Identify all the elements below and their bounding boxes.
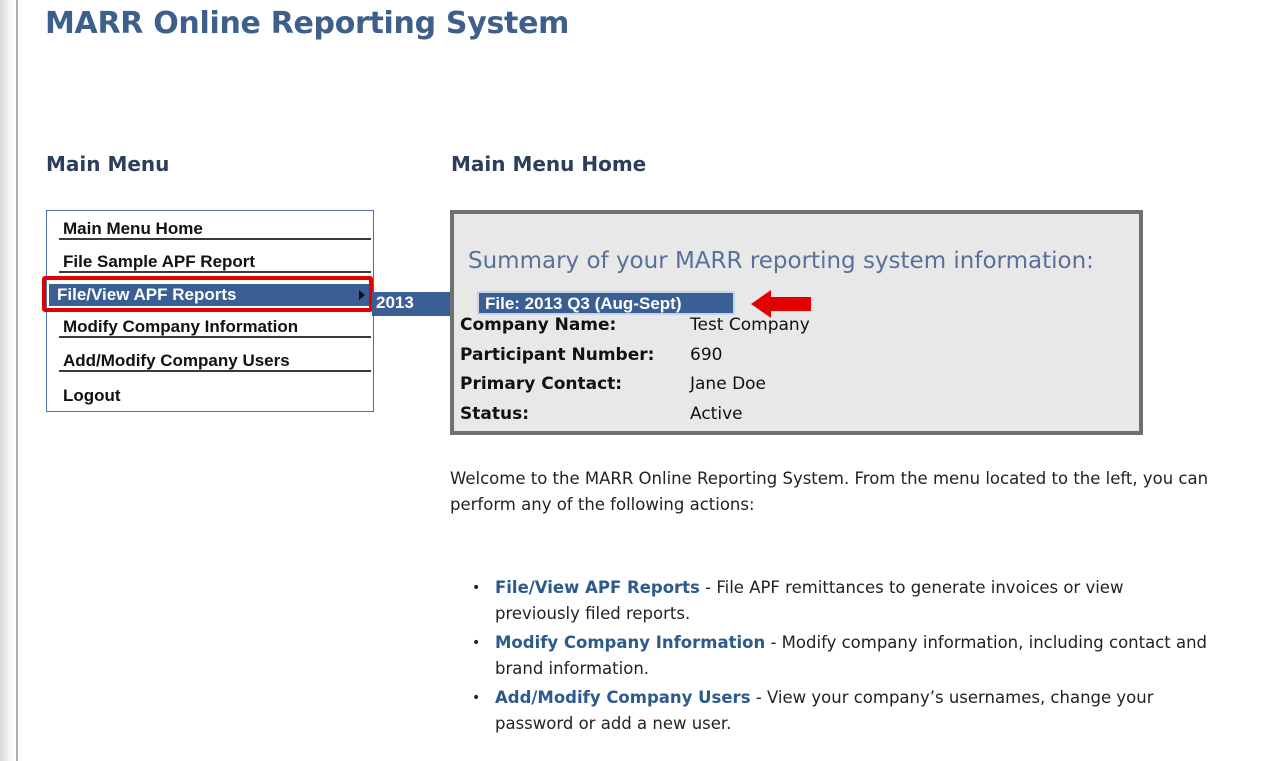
link-modify-company-information[interactable]: Modify Company Information <box>495 633 765 652</box>
menu-item-file-sample-apf-report[interactable]: File Sample APF Report <box>59 251 371 273</box>
page-title: Main Menu Home <box>451 152 647 176</box>
summary-panel: Summary of your MARR reporting system in… <box>450 210 1143 435</box>
submenu-year-label: 2013 <box>376 293 414 312</box>
bullet-icon: • <box>472 690 481 706</box>
list-item: • File/View APF Reports - File APF remit… <box>470 575 1210 627</box>
field-value: Jane Doe <box>690 374 767 394</box>
window-border <box>16 0 18 761</box>
app-title: MARR Online Reporting System <box>45 6 570 41</box>
annotation-highlight-box <box>42 276 373 312</box>
welcome-text: Welcome to the MARR Online Reporting Sys… <box>450 469 1209 514</box>
field-label: Company Name: <box>460 315 617 335</box>
summary-title: Summary of your MARR reporting system in… <box>468 248 1094 274</box>
red-arrow-icon <box>751 290 811 318</box>
field-value: 690 <box>690 345 723 365</box>
field-label: Participant Number: <box>460 345 655 365</box>
bullet-icon: • <box>472 635 481 651</box>
list-item: • Add/Modify Company Users - View your c… <box>470 685 1210 737</box>
link-add-modify-company-users[interactable]: Add/Modify Company Users <box>495 688 751 707</box>
field-label: Status: <box>460 404 529 424</box>
field-value: Test Company <box>690 315 810 335</box>
window-shadow <box>0 0 16 761</box>
list-item: • Modify Company Information - Modify co… <box>470 630 1210 682</box>
field-value: Active <box>690 404 743 424</box>
link-file-view-apf-reports[interactable]: File/View APF Reports <box>495 578 700 597</box>
field-label: Primary Contact: <box>460 374 623 394</box>
menu-item-add-modify-company-users[interactable]: Add/Modify Company Users <box>59 350 371 372</box>
actions-list: • File/View APF Reports - File APF remit… <box>470 575 1210 740</box>
menu-item-main-menu-home[interactable]: Main Menu Home <box>59 218 371 240</box>
bullet-icon: • <box>472 580 481 596</box>
submenu-item-file-2013-q3[interactable]: File: 2013 Q3 (Aug-Sept) <box>477 291 735 315</box>
menu-item-logout[interactable]: Logout <box>59 385 371 407</box>
menu-item-modify-company-information[interactable]: Modify Company Information <box>59 316 371 338</box>
main-menu-heading: Main Menu <box>46 152 170 176</box>
